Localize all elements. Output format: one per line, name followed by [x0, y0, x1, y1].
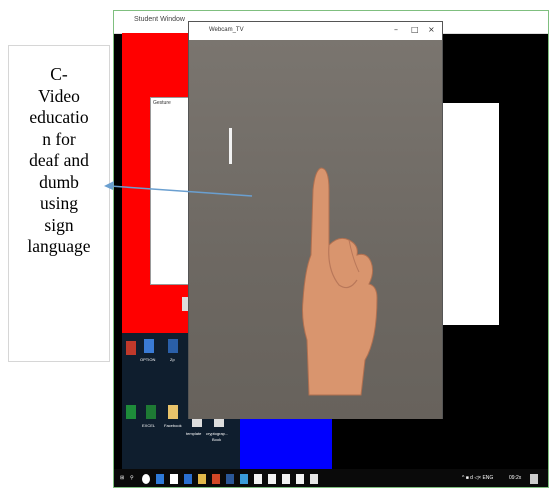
- app-icon[interactable]: [126, 405, 136, 419]
- mail-icon[interactable]: [184, 474, 192, 484]
- blue-panel: [240, 411, 332, 471]
- cortana-icon[interactable]: [142, 474, 150, 484]
- excel-icon[interactable]: [146, 405, 156, 419]
- caption-box: C- Video educatio n for deaf and dumb us…: [8, 45, 110, 362]
- explorer-icon[interactable]: [198, 474, 206, 484]
- powerpoint-icon[interactable]: [212, 474, 220, 484]
- video-window-title: Webcam_TV: [209, 27, 244, 33]
- desktop-icon-label: Book: [212, 437, 222, 442]
- app-icon[interactable]: [296, 474, 304, 484]
- notification-icon[interactable]: [530, 474, 538, 484]
- minimize-button[interactable]: –: [394, 25, 398, 34]
- system-tray[interactable]: ^ ■ d ◁× ENG: [462, 475, 493, 481]
- clock[interactable]: 09:2x: [509, 475, 521, 481]
- gesture-panel-label: Gesture: [153, 100, 171, 106]
- caption-text: C- Video educatio n for deaf and dumb us…: [27, 64, 91, 256]
- start-icon[interactable]: ⊞: [120, 475, 124, 481]
- app-icon[interactable]: [240, 474, 248, 484]
- app-icon[interactable]: [144, 339, 154, 353]
- callout-arrow-head: [104, 181, 114, 190]
- desktop-icon-label: template: [186, 431, 202, 436]
- app-icon[interactable]: [254, 474, 262, 484]
- search-icon[interactable]: ⚲: [130, 475, 134, 481]
- white-panel-right: [437, 103, 499, 325]
- folder-icon[interactable]: [168, 405, 178, 419]
- desktop-icon-label: EXCEL: [142, 423, 156, 428]
- callout-arrow: [104, 181, 253, 197]
- screenshot-frame: Student Window Gesture OPTION Zp EXCEL F…: [113, 10, 549, 488]
- desktop-icon-label: cryptograp...: [206, 431, 229, 436]
- store-icon[interactable]: [170, 474, 178, 484]
- video-window-titlebar[interactable]: Webcam_TV – □ ×: [189, 22, 442, 40]
- word-icon[interactable]: [226, 474, 234, 484]
- close-button[interactable]: ×: [428, 25, 435, 34]
- background-window-title: Student Window: [134, 16, 185, 23]
- app-icon[interactable]: [282, 474, 290, 484]
- video-feed: [189, 40, 442, 419]
- hand-shape: [302, 167, 378, 396]
- app-icon[interactable]: [168, 339, 178, 353]
- hand-sign-image: [302, 167, 378, 396]
- app-icon[interactable]: [268, 474, 276, 484]
- desktop-icon-label: OPTION: [140, 357, 156, 362]
- taskbar: ⊞ ⚲ ^ ■ d ◁× ENG 09:2x: [114, 469, 548, 487]
- app-icon[interactable]: [126, 341, 136, 355]
- video-window[interactable]: Webcam_TV – □ ×: [188, 21, 443, 419]
- app-icon[interactable]: [310, 474, 318, 484]
- maximize-button[interactable]: □: [411, 25, 419, 34]
- edge-icon[interactable]: [156, 474, 164, 484]
- desktop-icon-label: Zp: [170, 357, 175, 362]
- desktop-icon-label: Facebook: [164, 423, 182, 428]
- callout-arrow-line: [109, 185, 253, 197]
